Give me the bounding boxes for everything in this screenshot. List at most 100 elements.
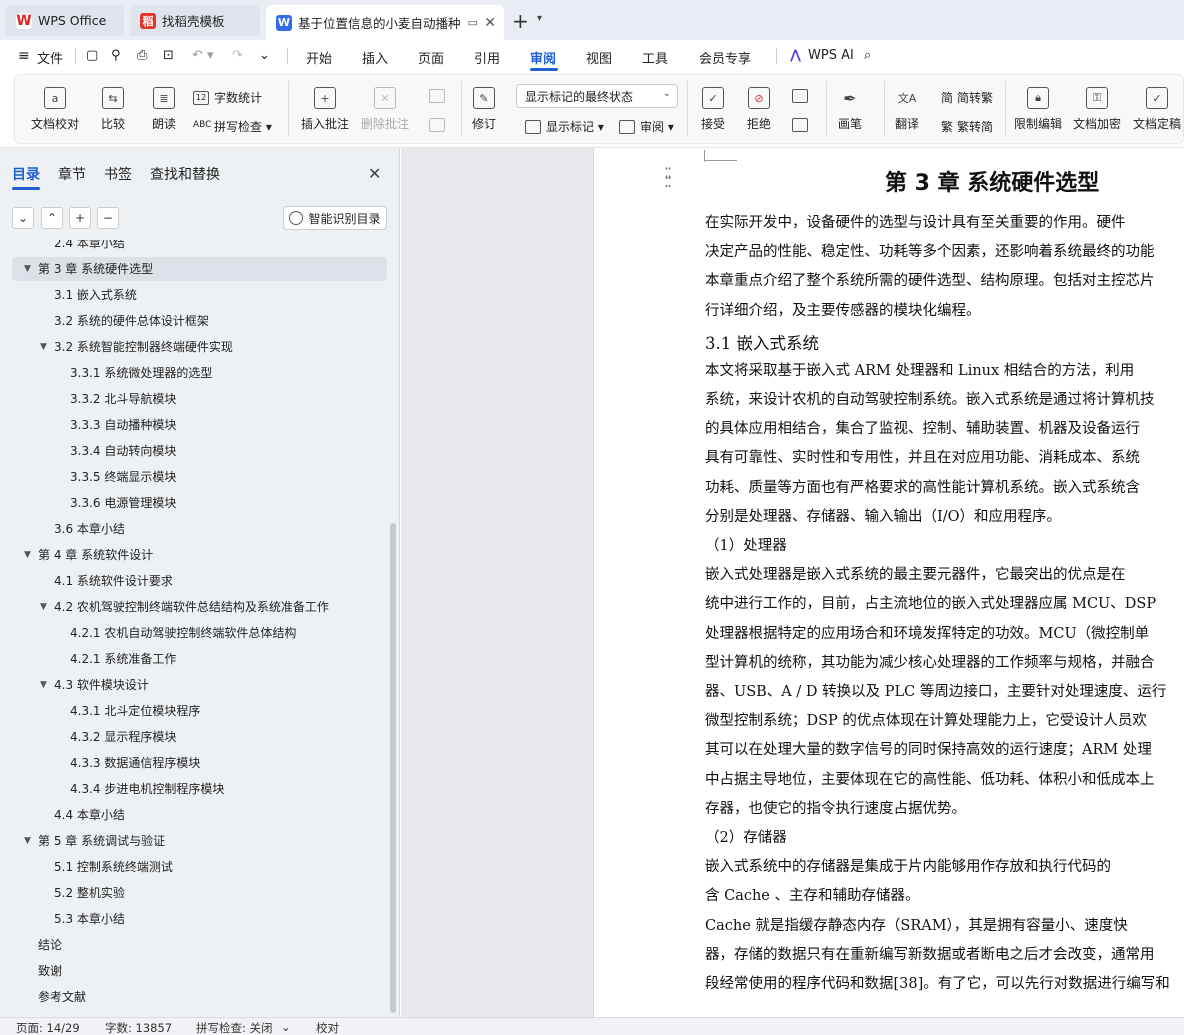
share-icon[interactable]: ⚲ — [111, 48, 121, 63]
expand-triangle-icon[interactable]: ▼ — [24, 829, 31, 853]
toc-item[interactable]: 3.3.5 终端显示模块 — [12, 465, 387, 489]
toc-item[interactable]: 3.2 系统的硬件总体设计框架 — [12, 309, 387, 333]
toc-item[interactable]: ▼ 第 3 章 系统硬件选型 — [12, 257, 387, 281]
toc-item[interactable]: 4.3.1 北斗定位模块程序 — [12, 699, 387, 723]
hamburger-icon[interactable]: ≡ — [18, 48, 30, 64]
menu-home[interactable]: 开始 — [306, 48, 332, 67]
toc-item[interactable]: ▼ 3.2 系统智能控制器终端硬件实现 — [12, 335, 387, 359]
toc-item[interactable]: 5.2 整机实验 — [12, 881, 387, 905]
toc-item[interactable]: 5.3 本章小结 — [12, 907, 387, 931]
expand-triangle-icon[interactable]: ▼ — [24, 257, 31, 281]
toc-item[interactable]: 4.3.3 数据通信程序模块 — [12, 751, 387, 775]
new-tab-plus-icon[interactable]: + — [512, 9, 529, 33]
more-chevron-icon[interactable]: ⌄ — [259, 48, 270, 63]
compare-button[interactable]: ⇆ 比较 — [101, 87, 125, 132]
toc-item[interactable]: 致谢 — [12, 959, 387, 983]
chevron-down-icon[interactable]: ⌄ — [281, 1020, 291, 1034]
restrict-edit-button[interactable]: 🔒︎ 限制编辑 — [1014, 87, 1062, 132]
next-comment-icon[interactable] — [429, 118, 450, 132]
track-changes-button[interactable]: ✎ 修订 — [472, 87, 496, 132]
encrypt-button[interactable]: ⚿ 文档加密 — [1073, 87, 1121, 132]
accept-button[interactable]: ✓ 接受 — [701, 87, 725, 132]
remove-heading-minus-icon[interactable]: − — [97, 207, 119, 229]
toc-scrollbar[interactable] — [390, 523, 396, 1013]
undo-icon[interactable]: ↶ ▾ — [192, 48, 214, 63]
expand-triangle-icon[interactable]: ▼ — [40, 335, 47, 359]
pen-button[interactable]: ✒ 画笔 — [838, 87, 862, 132]
to-traditional-button[interactable]: 简 简转繁 — [941, 89, 993, 106]
toc-item[interactable]: 3.3.4 自动转向模块 — [12, 439, 387, 463]
search-icon[interactable]: ⌕ — [864, 48, 871, 63]
toc-item[interactable]: 4.4 本章小结 — [12, 803, 387, 827]
print-preview-icon[interactable]: ⊡ — [163, 48, 174, 63]
word-count-button[interactable]: 12 字数统计 — [193, 89, 262, 106]
finalize-button[interactable]: ✓ 文档定稿 — [1133, 87, 1181, 132]
toc-item[interactable]: 3.3.1 系统微处理器的选型 — [12, 361, 387, 385]
save-icon[interactable]: ▢ — [86, 48, 98, 63]
menu-review[interactable]: 审阅 — [530, 48, 556, 67]
page-indicator[interactable]: 页面: 14/29 — [16, 1020, 80, 1035]
toc-item[interactable]: ▼ 4.3 软件模块设计 — [12, 673, 387, 697]
toc-item[interactable]: ▼ 4.2 农机驾驶控制终端软件总结结构及系统准备工作 — [12, 595, 387, 619]
collapse-chevron-down-icon[interactable]: ⌄ — [12, 207, 34, 229]
menu-file[interactable]: 文件 — [37, 48, 63, 67]
toc-item[interactable]: 结论 — [12, 933, 387, 957]
drag-handle-icon[interactable]: ⁚⁚ ⁚⁚ — [664, 166, 672, 190]
menu-member[interactable]: 会员专享 — [699, 48, 751, 67]
close-icon[interactable]: ✕ — [480, 14, 496, 31]
word-count-status[interactable]: 字数: 13857 — [105, 1020, 172, 1035]
read-aloud-button[interactable]: ≣ 朗读 — [152, 87, 176, 132]
toc-item[interactable]: ▼ 第 4 章 系统软件设计 — [12, 543, 387, 567]
add-heading-plus-icon[interactable]: + — [69, 207, 91, 229]
reject-button[interactable]: ⊘ 拒绝 — [747, 87, 771, 132]
toc-item[interactable]: 4.1 系统软件设计要求 — [12, 569, 387, 593]
toc-item[interactable]: 4.2.1 系统准备工作 — [12, 647, 387, 671]
tab-current-document[interactable]: W 基于位置信息的小麦自动播种 ▭ ✕ — [266, 5, 504, 40]
next-change-icon[interactable] — [792, 118, 813, 132]
insert-comment-button[interactable]: + 插入批注 — [301, 87, 349, 132]
spell-check-button[interactable]: ABC 拼写检查 ▾ — [193, 118, 272, 135]
delete-comment-button[interactable]: ✕ 删除批注 — [361, 87, 409, 132]
translate-button[interactable]: 文A 翻译 — [895, 87, 919, 132]
tab-toc[interactable]: 目录 — [12, 164, 40, 184]
toc-item[interactable]: 4.3.4 步进电机控制程序模块 — [12, 777, 387, 801]
toc-item[interactable]: 4.2.1 农机自动驾驶控制终端软件总体结构 — [12, 621, 387, 645]
chevron-up-icon[interactable]: ⌃ — [41, 207, 63, 229]
menu-view[interactable]: 视图 — [586, 48, 612, 67]
toc-item[interactable]: 4.3.2 显示程序模块 — [12, 725, 387, 749]
toc-item[interactable]: ▼ 第 5 章 系统调试与验证 — [12, 829, 387, 853]
toc-item[interactable]: 3.6 本章小结 — [12, 517, 387, 541]
menu-page[interactable]: 页面 — [418, 48, 444, 67]
tab-find-replace[interactable]: 查找和替换 — [150, 164, 220, 184]
print-icon[interactable]: ⎙ — [137, 48, 147, 63]
chevron-down-icon[interactable]: ▾ — [537, 13, 542, 24]
toc-item[interactable]: 参考文献 — [12, 985, 387, 1009]
toc-item[interactable]: 3.3.3 自动播种模块 — [12, 413, 387, 437]
menu-references[interactable]: 引用 — [474, 48, 500, 67]
menu-wps-ai[interactable]: WPS AI — [808, 48, 854, 63]
tab-daoke-templates[interactable]: 稻 找稻壳模板 — [130, 5, 260, 36]
prev-comment-icon[interactable] — [429, 89, 450, 103]
redo-icon[interactable]: ↷ — [232, 48, 243, 63]
spell-check-status[interactable]: 拼写检查: 关闭 — [196, 1020, 273, 1035]
proofread-button[interactable]: a 文档校对 — [31, 87, 79, 132]
menu-tools[interactable]: 工具 — [642, 48, 668, 67]
show-markup-button[interactable]: 显示标记 ▾ — [525, 118, 604, 135]
review-pane-button[interactable]: 审阅 ▾ — [619, 118, 674, 135]
tab-sections[interactable]: 章节 — [58, 164, 86, 184]
toc-item[interactable]: 3.3.6 电源管理模块 — [12, 491, 387, 515]
monitor-icon[interactable]: ▭ — [465, 16, 478, 29]
toc-item[interactable]: 3.1 嵌入式系统 — [12, 283, 387, 307]
tab-wps-office[interactable]: W WPS Office — [6, 5, 124, 36]
expand-triangle-icon[interactable]: ▼ — [40, 595, 47, 619]
menu-insert[interactable]: 插入 — [362, 48, 388, 67]
to-simplified-button[interactable]: 繁 繁转简 — [941, 118, 993, 135]
close-pane-icon[interactable]: ✕ — [368, 164, 381, 183]
proofread-status[interactable]: 校对 — [316, 1020, 339, 1035]
smart-toc-button[interactable]: 智能识别目录 — [283, 206, 387, 230]
expand-triangle-icon[interactable]: ▼ — [40, 673, 47, 697]
toc-item[interactable]: 5.1 控制系统终端测试 — [12, 855, 387, 879]
tab-bookmarks[interactable]: 书签 — [104, 164, 132, 184]
toc-item[interactable]: 2.4 本章小结 — [12, 240, 387, 255]
markup-state-select[interactable]: 显示标记的最终状态 ⌄ — [516, 84, 678, 108]
